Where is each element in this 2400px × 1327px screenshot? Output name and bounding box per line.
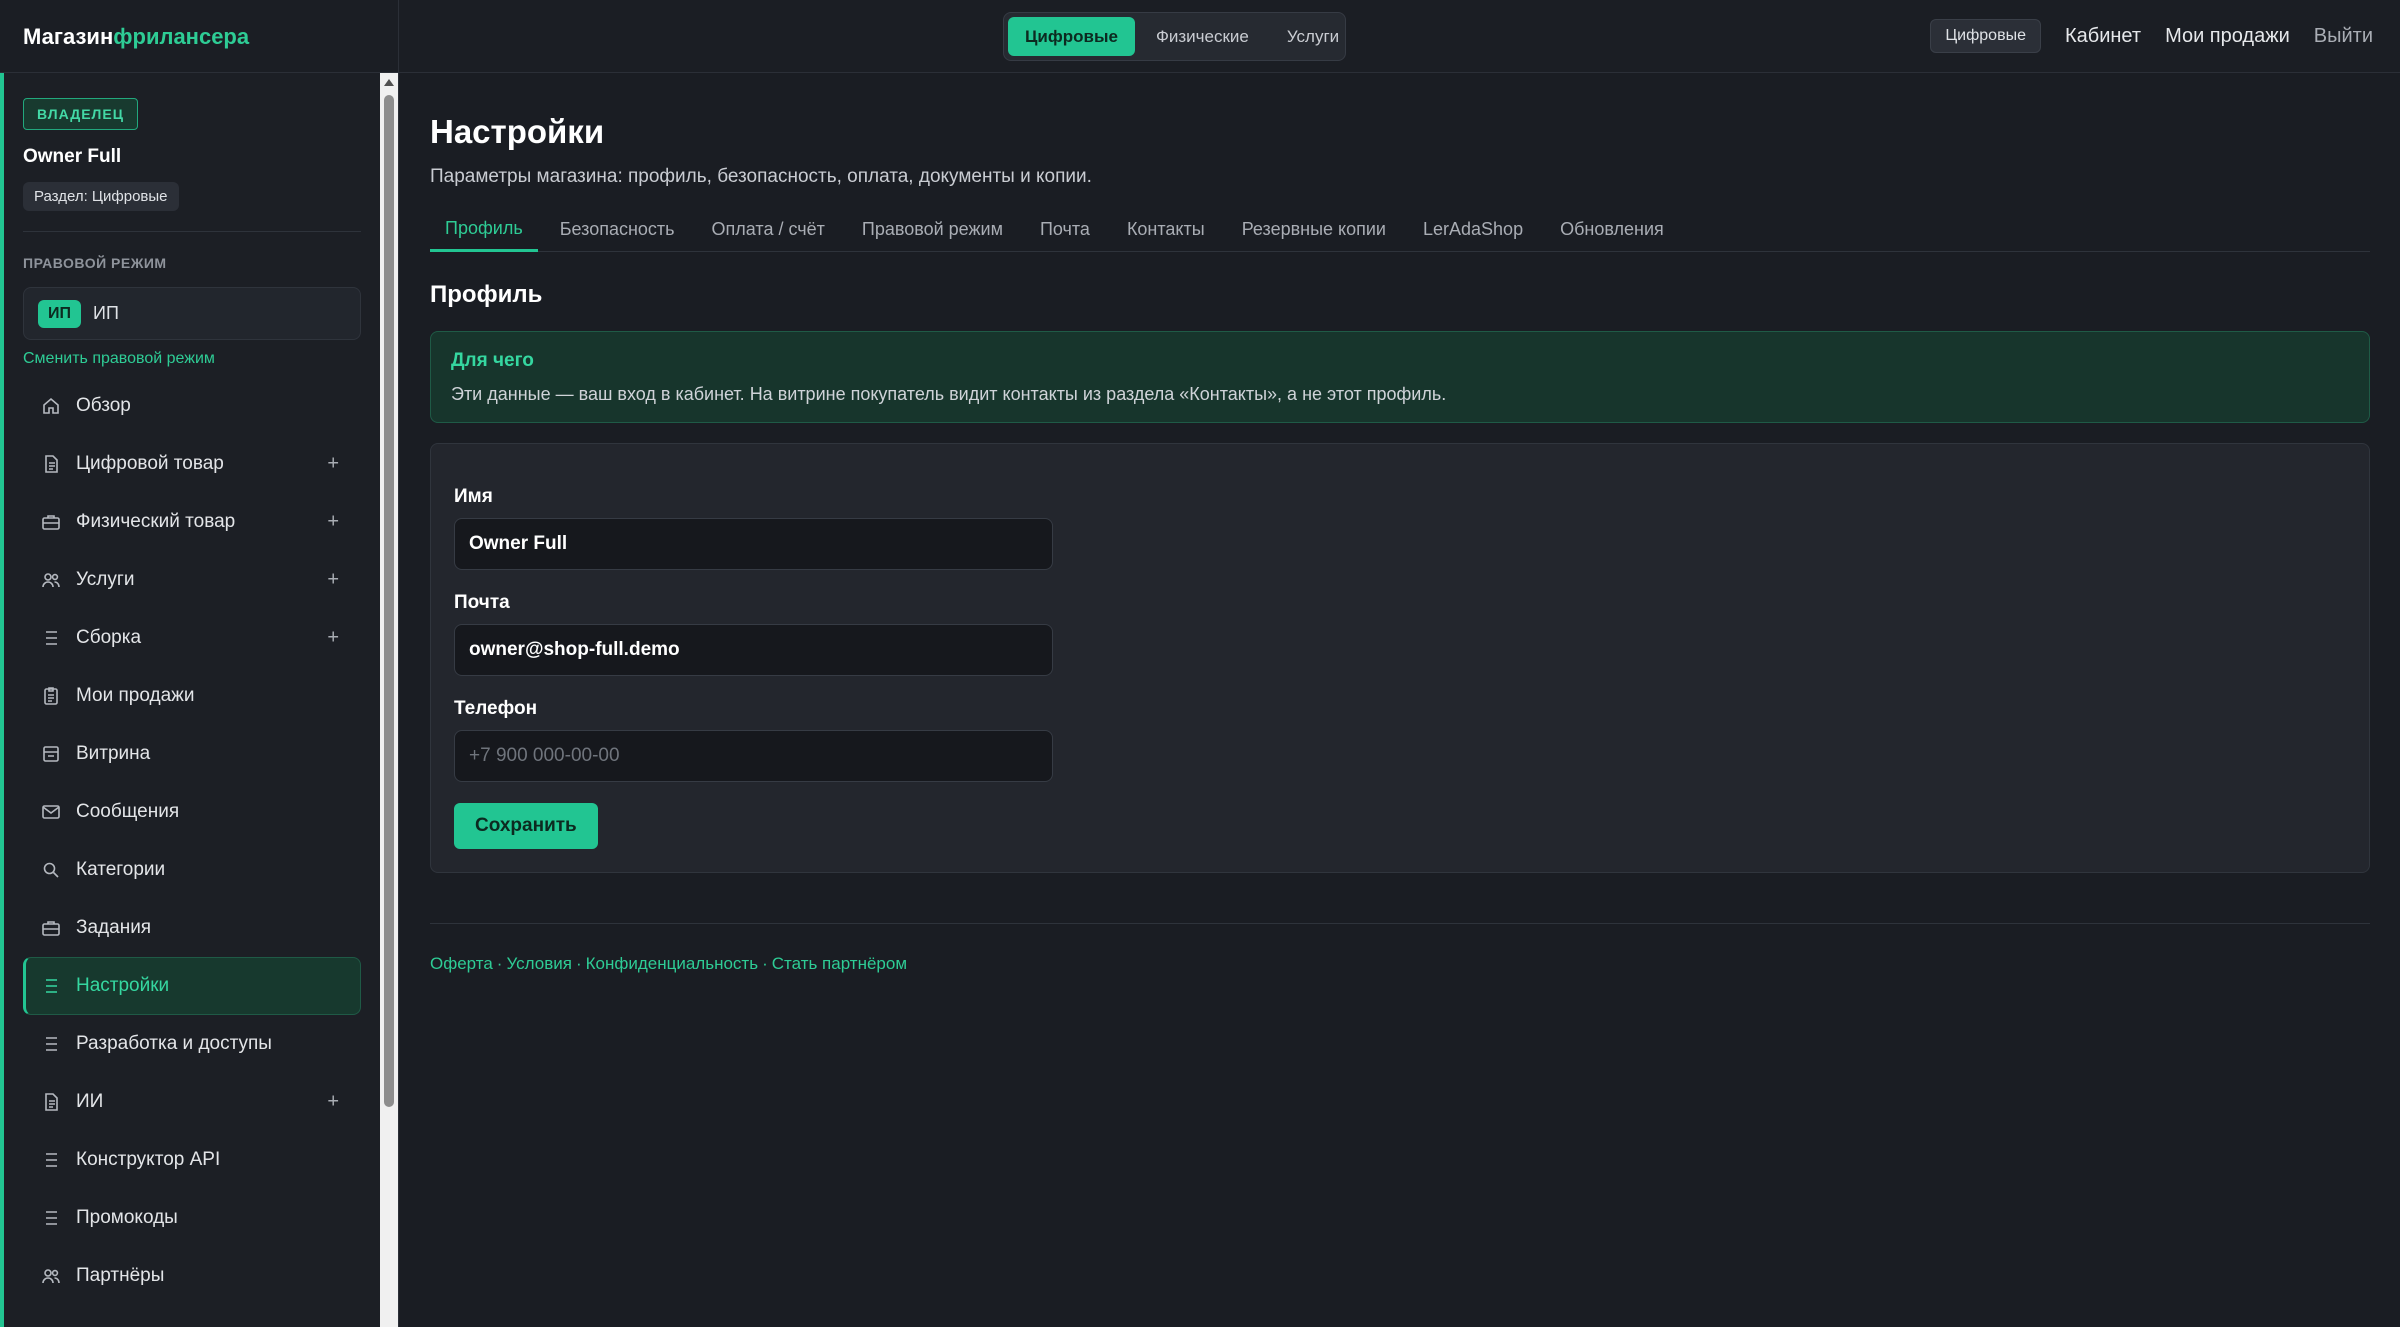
sidebar-item-partners[interactable]: Партнёры [23,1247,361,1305]
name-field[interactable] [454,518,1053,570]
cabinet-link[interactable]: Кабинет [2065,25,2141,48]
sidebar-item-my-sales[interactable]: Мои продажи [23,667,361,725]
footer-link-offer[interactable]: Оферта [430,954,493,973]
users-icon [42,573,60,588]
brand-logo[interactable]: Магазинфрилансера [23,22,249,52]
page-title: Настройки [430,113,605,150]
tab-leradashop[interactable]: LerAdaShop [1408,207,1538,252]
expand-plus-icon[interactable]: + [327,627,339,650]
sidebar-item-api-builder[interactable]: Конструктор API [23,1131,361,1189]
info-text: Эти данные — ваш вход в кабинет. На витр… [451,384,1447,404]
sidebar-item-messages[interactable]: Сообщения [23,783,361,841]
expand-plus-icon[interactable]: + [327,453,339,476]
sidebar-item-services[interactable]: Услуги + [23,551,361,609]
my-sales-link[interactable]: Мои продажи [2165,25,2290,48]
name-label: Имя [454,486,493,507]
list-icon [46,1211,57,1225]
list-icon [46,979,57,993]
top-bar: Магазинфрилансера Цифровые Физические Ус… [0,0,2400,73]
legal-mode-tag: ИП [38,299,81,328]
sidebar-item-settings[interactable]: Настройки [23,957,361,1015]
sidebar-item-categories[interactable]: Категории [23,841,361,899]
legal-mode-heading: ПРАВОВОЙ РЕЖИМ [23,255,167,271]
list-icon [46,631,57,645]
sidebar-item-storefront[interactable]: Витрина [23,725,361,783]
expand-plus-icon[interactable]: + [327,569,339,592]
role-badge: ВЛАДЕЛЕЦ [23,98,138,130]
expand-plus-icon[interactable]: + [327,511,339,534]
tab-backups[interactable]: Резервные копии [1227,207,1401,252]
tab-contacts[interactable]: Контакты [1112,207,1220,252]
home-icon [43,397,59,414]
sidebar-border [398,73,399,1327]
segment-digital[interactable]: Цифровые [1008,17,1135,56]
top-nav: Цифровые Кабинет Мои продажи Выйти [1930,18,2373,54]
segment-services[interactable]: Услуги [1270,17,1356,56]
briefcase-icon [42,515,60,530]
tab-updates[interactable]: Обновления [1545,207,1679,252]
change-legal-mode-link[interactable]: Сменить правовой режим [23,350,215,368]
sidebar-item-tasks[interactable]: Задания [23,899,361,957]
user-name: Owner Full [23,146,122,167]
page-subtitle: Параметры магазина: профиль, безопасност… [430,166,1092,187]
sidebar-item-overview[interactable]: Обзор [23,377,361,435]
logout-link[interactable]: Выйти [2314,25,2373,48]
scroll-up-arrow-icon[interactable] [384,79,394,86]
legal-mode-value: ИП [93,303,119,323]
sidebar-item-promocodes[interactable]: Промокоды [23,1189,361,1247]
footer-link-become-partner[interactable]: Стать партнёром [772,954,907,973]
sidebar-nav: Обзор Цифровой товар + Физический товар … [23,377,361,1305]
tab-security[interactable]: Безопасность [545,207,690,252]
list-icon [46,1153,57,1167]
email-label: Почта [454,592,510,613]
info-callout: Для чего Эти данные — ваш вход в кабинет… [430,331,2370,423]
info-title: Для чего [451,350,534,371]
phone-label: Телефон [454,698,538,719]
mail-icon [42,805,60,819]
briefcase-icon [42,921,60,936]
phone-field[interactable] [454,730,1053,782]
users-icon [42,1269,60,1284]
scrollbar-thumb[interactable] [384,95,394,1107]
current-section-pill[interactable]: Цифровые [1930,19,2041,53]
tab-legal-mode[interactable]: Правовой режим [847,207,1018,252]
section-title: Профиль [430,281,543,308]
sidebar-scrollbar[interactable] [380,73,398,1327]
sidebar-item-development-access[interactable]: Разработка и доступы [23,1015,361,1073]
sidebar-divider [23,231,361,232]
save-button[interactable]: Сохранить [454,803,598,849]
sidebar: ВЛАДЕЛЕЦ Owner Full Раздел: Цифровые ПРА… [0,73,380,1327]
tab-profile[interactable]: Профиль [430,207,538,252]
sidebar-item-ai[interactable]: ИИ + [23,1073,361,1131]
footer-divider [430,923,2370,924]
segment-physical[interactable]: Физические [1139,17,1266,56]
expand-plus-icon[interactable]: + [327,1091,339,1114]
document-icon [45,455,58,473]
search-icon [43,862,59,878]
sidebar-item-assembly[interactable]: Сборка + [23,609,361,667]
footer-links: Оферта · Условия · Конфиденциальность · Стать … [430,954,908,973]
profile-form-card: Имя Почта Телефон Сохранить [430,443,2370,873]
catalog-segment-switch: Цифровые Физические Услуги [1003,12,1346,61]
email-field[interactable] [454,624,1053,676]
sidebar-item-digital-goods[interactable]: Цифровой товар + [23,435,361,493]
legal-mode-box: ИП ИП [23,287,361,340]
brand-divider [398,0,399,73]
footer-link-terms[interactable]: Условия [506,954,571,973]
storefront-icon [43,746,59,762]
tab-mail[interactable]: Почта [1025,207,1105,252]
sidebar-item-physical-goods[interactable]: Физический товар + [23,493,361,551]
footer-link-privacy[interactable]: Конфиденциальность [586,954,758,973]
settings-tabs: Профиль Безопасность Оплата / счёт Право… [430,207,2370,252]
clipboard-icon [44,687,58,705]
document-icon [45,1093,58,1111]
tab-payment[interactable]: Оплата / счёт [697,207,840,252]
section-pill: Раздел: Цифровые [23,182,179,211]
list-icon [46,1037,57,1051]
